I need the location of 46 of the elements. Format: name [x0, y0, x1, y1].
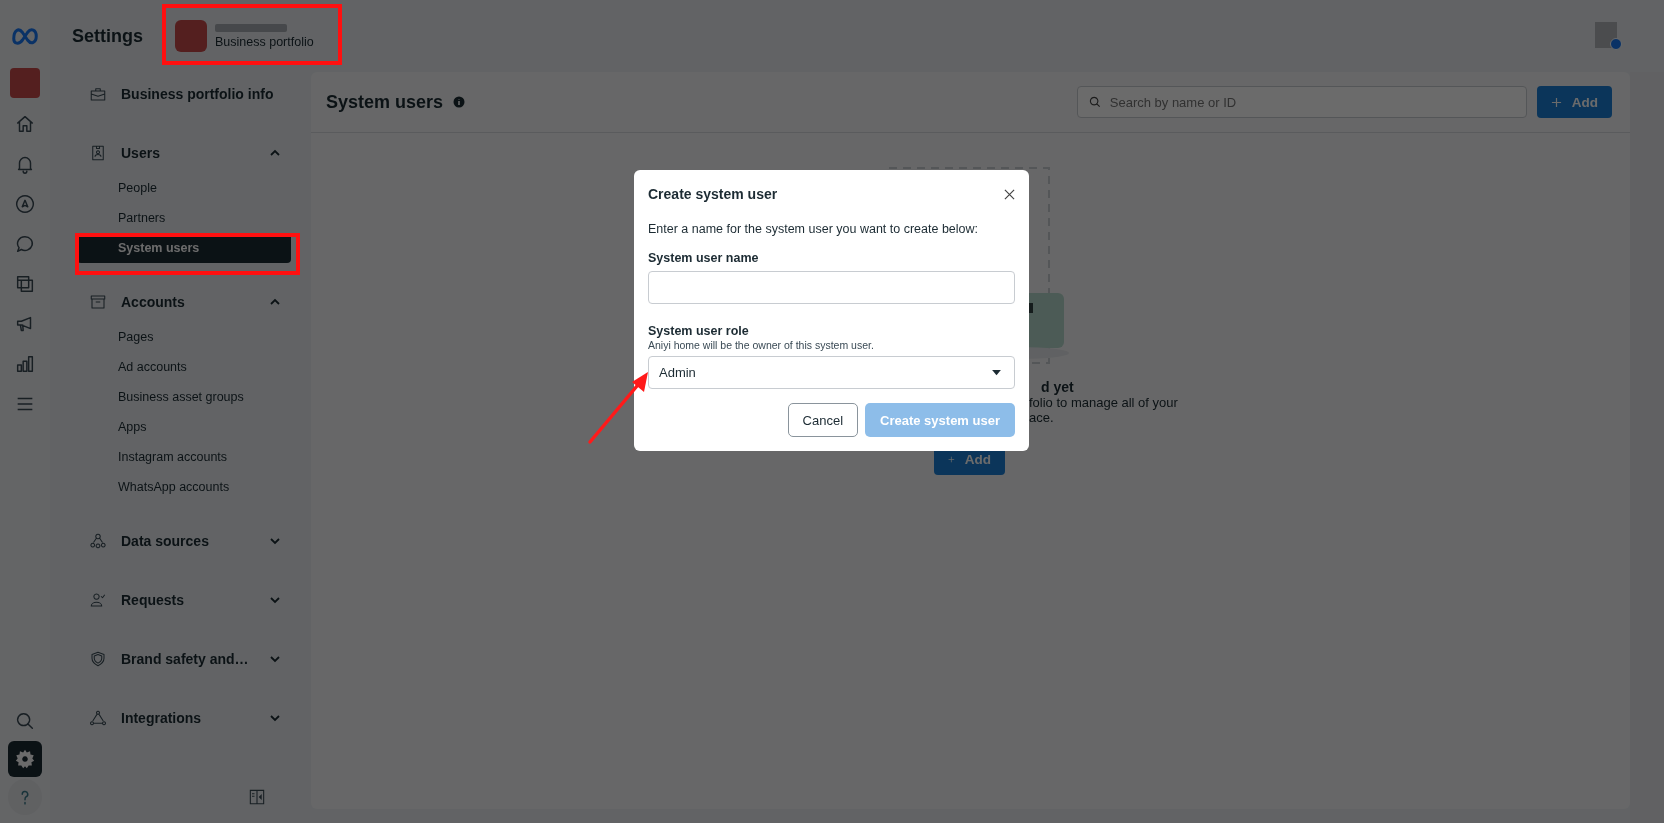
sidebar-item[interactable]: Business asset groups [77, 382, 291, 412]
caret-icon [991, 369, 1002, 376]
shield-icon [89, 650, 107, 668]
sidebar-item[interactable]: Apps [77, 412, 291, 442]
network-icon [89, 709, 107, 727]
dialog-text: Enter a name for the system user you want to create below: [648, 222, 980, 236]
profile-avatar[interactable] [1595, 22, 1622, 50]
plus-icon [1550, 96, 1562, 108]
sidebar-section[interactable]: Integrations [77, 698, 291, 738]
empty-state-title: d yet [1041, 379, 1075, 395]
search-field[interactable]: Search by name or ID [1076, 86, 1527, 118]
name-input-field[interactable] [648, 271, 1015, 304]
close-icon[interactable] [1004, 188, 1015, 200]
section-title: System users [326, 91, 444, 113]
empty-state-text: ace. [1029, 410, 1055, 425]
cancel-button[interactable]: Cancel [787, 403, 859, 437]
sidebar-item[interactable]: Ad accounts [77, 352, 291, 382]
sidebar-item[interactable]: People [77, 173, 291, 203]
field-hint: Aniyi home will be the owner of this system user. [648, 339, 875, 351]
sidebar-section[interactable]: Requests [77, 580, 291, 620]
empty-state-text: folio to manage all of your [1029, 395, 1179, 410]
sidebar-item[interactable]: Pages [77, 322, 291, 352]
field-label: System user name [648, 251, 760, 265]
sidebar-section[interactable]: Users [77, 133, 291, 173]
briefcase-icon [89, 85, 107, 103]
sidebar-item[interactable]: WhatsApp accounts [77, 472, 291, 502]
info-icon[interactable] [453, 96, 466, 108]
settings-icon[interactable] [8, 741, 42, 777]
portfolio-switcher[interactable]: Business portfolio [167, 16, 322, 56]
sidebar-section[interactable]: Accounts [77, 282, 291, 322]
id-badge-icon [89, 144, 107, 162]
archive-icon [89, 293, 107, 311]
field-label: System user role [648, 324, 750, 338]
collapse-sidebar-icon[interactable] [247, 787, 267, 807]
dialog-title: Create system user [648, 186, 778, 202]
sidebar-section[interactable]: Data sources [77, 521, 291, 561]
role-dropdown[interactable]: Admin [648, 356, 1015, 389]
add-button[interactable]: Add [1536, 86, 1612, 118]
sidebar-item[interactable]: Partners [77, 203, 291, 233]
help-icon[interactable] [8, 779, 42, 815]
sidebar-section[interactable]: Business portfolio info [77, 74, 291, 114]
person-check-icon [89, 591, 107, 609]
page-title: Settings [72, 25, 143, 47]
data-sources-icon [89, 532, 107, 550]
sidebar-section[interactable]: Brand safety and… [77, 639, 291, 679]
sidebar-item[interactable]: Instagram accounts [77, 442, 291, 472]
